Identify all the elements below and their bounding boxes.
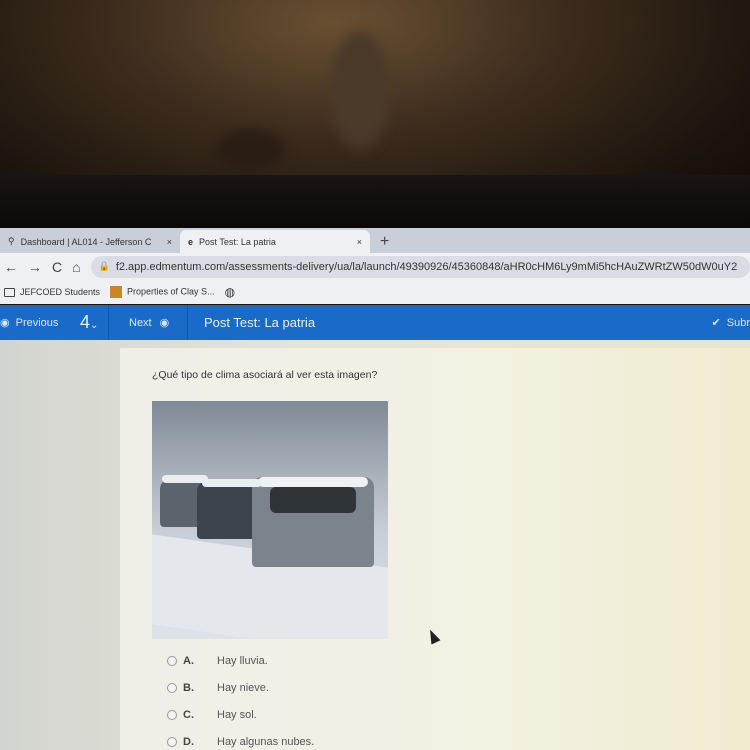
submit-button[interactable]: ✔ Subr (711, 316, 750, 330)
option-b[interactable]: B. Hay nieve. (167, 682, 269, 694)
bookmark-jefcoed[interactable]: JEFCOED Students (4, 286, 101, 298)
globe-icon[interactable]: ◍ (225, 285, 235, 299)
bookmark-label: Properties of Clay S... (127, 286, 215, 297)
bookmark-label: JEFCOED Students (20, 286, 101, 297)
chevron-down-icon: ⌄ (90, 320, 99, 331)
option-d[interactable]: D. Hay algunas nubes. (167, 736, 314, 748)
address-bar-row: ← → C ⌂ 🔒 f2.app.edmentum.com/assessment… (0, 253, 750, 280)
option-text: Hay lluvia. (217, 655, 268, 667)
snowy-road-cars-photo (152, 401, 388, 639)
tab-label: Dashboard | AL014 - Jefferson C (20, 236, 152, 247)
url-field[interactable]: 🔒 f2.app.edmentum.com/assessments-delive… (90, 255, 750, 278)
option-letter: B. (183, 682, 194, 694)
bookmarks-bar: JEFCOED Students Properties of Clay S...… (0, 280, 750, 304)
question-prompt: ¿Qué tipo de clima asociará al ver esta … (152, 369, 378, 381)
new-tab-button[interactable]: + (370, 230, 399, 253)
close-tab-icon[interactable]: × (357, 237, 362, 247)
url-text: f2.app.edmentum.com/assessments-delivery… (115, 260, 738, 273)
previous-button[interactable]: ◉ Previous (0, 316, 70, 330)
next-button[interactable]: Next ◉ (109, 316, 187, 330)
assessment-toolbar: ◉ Previous 4⌄ Next ◉ Post Test: La patria … (0, 305, 750, 340)
back-icon[interactable]: ← (4, 259, 18, 275)
reload-icon[interactable]: C (52, 259, 62, 275)
tab-dashboard[interactable]: ⚲ Dashboard | AL014 - Jefferson C × (0, 230, 180, 253)
submit-label: Subr (726, 316, 750, 329)
tab-bar: ⚲ Dashboard | AL014 - Jefferson C × e Po… (0, 228, 750, 253)
question-number-dropdown[interactable]: 4⌄ (70, 312, 108, 333)
tab-post-test[interactable]: e Post Test: La patria × (180, 230, 370, 253)
check-circle-icon: ✔ (711, 317, 721, 329)
radio-button[interactable] (167, 656, 177, 666)
folder-icon (4, 288, 15, 298)
previous-label: Previous (15, 316, 59, 329)
lock-icon: 🔒 (98, 261, 110, 271)
edmentum-e-icon: e (188, 236, 194, 247)
radio-button[interactable] (167, 737, 177, 747)
question-number: 4 (80, 312, 91, 332)
option-letter: C. (183, 709, 194, 721)
option-a[interactable]: A. Hay lluvia. (167, 655, 268, 667)
radio-button[interactable] (167, 683, 177, 693)
close-tab-icon[interactable]: × (167, 237, 172, 247)
arrow-right-circle-icon: ◉ (159, 317, 170, 329)
bookmark-favicon (110, 286, 123, 298)
tab-label: Post Test: La patria (199, 236, 276, 247)
monitor-bezel (0, 175, 750, 228)
bookmark-properties[interactable]: Properties of Clay S... (110, 286, 215, 298)
option-text: Hay sol. (217, 709, 257, 721)
option-text: Hay nieve. (217, 682, 269, 694)
option-c[interactable]: C. Hay sol. (167, 709, 257, 721)
forward-icon[interactable]: → (28, 259, 42, 275)
option-text: Hay algunas nubes. (217, 736, 315, 748)
page-title: Post Test: La patria (204, 315, 316, 330)
home-icon[interactable]: ⌂ (72, 259, 80, 275)
option-letter: D. (183, 736, 194, 748)
next-label: Next (129, 316, 152, 329)
location-pin-icon: ⚲ (8, 236, 15, 246)
option-letter: A. (183, 655, 194, 667)
arrow-left-circle-icon: ◉ (0, 317, 10, 329)
radio-button[interactable] (167, 710, 177, 720)
